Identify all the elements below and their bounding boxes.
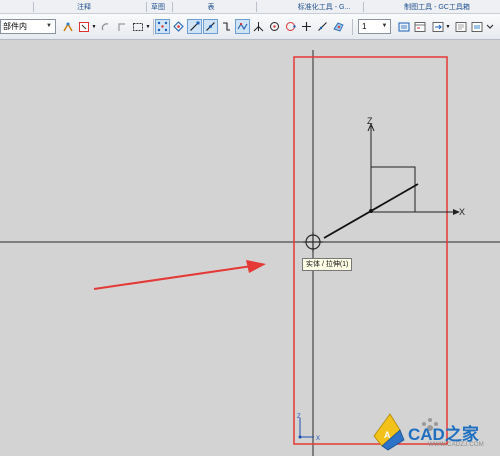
layer-settings-icon[interactable]: [396, 19, 411, 34]
snap-arc-center-icon[interactable]: [267, 19, 282, 34]
snap-intersection-icon[interactable]: [251, 19, 266, 34]
group-separator: [256, 2, 257, 12]
snap-quadrant-icon[interactable]: [283, 19, 298, 34]
toolbar-separator: [153, 19, 154, 35]
chevron-down-icon: ▼: [46, 23, 52, 29]
deselect-icon[interactable]: [114, 19, 129, 34]
snap-points-icon[interactable]: [155, 19, 170, 34]
z-axis-label: Z: [367, 116, 373, 126]
layer-visibility-icon[interactable]: [412, 19, 427, 34]
general-selection-icon[interactable]: [76, 19, 91, 34]
red-annotation-arrowhead: [246, 260, 266, 273]
snap-grid-icon[interactable]: [171, 19, 186, 34]
snap-existing-point-icon[interactable]: [299, 19, 314, 34]
watermark-logo-letter: A: [384, 430, 391, 440]
move-to-layer-icon[interactable]: [430, 19, 445, 34]
snap-settings-icon[interactable]: [60, 19, 75, 34]
snap-endpoint-icon[interactable]: [187, 19, 202, 34]
graphics-window[interactable]: Z X Z X 实体 / 拉伸(1): [0, 41, 500, 456]
viewport-scene: Z X Z X: [0, 50, 500, 456]
group-label-sketch[interactable]: 草图: [146, 2, 170, 13]
ribbon-group-labels: 注释 草图 表 标准化工具 - G... 制图工具 - GC工具箱: [0, 0, 500, 14]
toolbar-overflow-icon[interactable]: [484, 19, 496, 34]
chevron-down-icon[interactable]: ▼: [444, 19, 452, 34]
view-triad-x-label: X: [316, 436, 320, 442]
group-separator: [172, 2, 173, 12]
work-layer-value: 1: [362, 22, 367, 31]
x-axis-label: X: [459, 207, 465, 217]
view-layer-icon[interactable]: [469, 19, 484, 34]
group-label-standardization-tools[interactable]: 标准化工具 - G...: [290, 2, 358, 13]
toolbar: 部件内 ▼ ▼ ▼ 1 ▼ ▼: [0, 14, 500, 40]
lasso-select-icon[interactable]: [98, 19, 113, 34]
rectangle-select-icon[interactable]: [130, 19, 145, 34]
copy-to-layer-icon[interactable]: [453, 19, 468, 34]
snap-curve-point-icon[interactable]: [235, 19, 250, 34]
snap-control-point-icon[interactable]: [219, 19, 234, 34]
view-triad-origin: [298, 435, 302, 439]
group-label-table[interactable]: 表: [196, 2, 226, 13]
view-triad-z-label: Z: [297, 414, 301, 420]
selection-filter-dropdown[interactable]: 部件内 ▼: [0, 19, 56, 34]
group-separator: [363, 2, 364, 12]
group-label-drafting-tools[interactable]: 制图工具 - GC工具箱: [394, 2, 480, 13]
work-layer-dropdown[interactable]: 1 ▼: [358, 19, 391, 34]
snap-midpoint-icon[interactable]: [203, 19, 218, 34]
toolbar-separator: [352, 19, 353, 35]
snap-point-on-surface-icon[interactable]: [331, 19, 346, 34]
snap-point-on-curve-icon[interactable]: [315, 19, 330, 34]
selection-tooltip: 实体 / 拉伸(1): [302, 258, 353, 271]
chevron-down-icon[interactable]: ▼: [90, 19, 98, 34]
group-separator: [33, 2, 34, 12]
watermark-brand: CAD之家: [408, 424, 479, 444]
chevron-down-icon: ▼: [381, 23, 388, 29]
selection-filter-value: 部件内: [3, 22, 27, 31]
watermark-url: WWW.CADZJ.COM: [428, 442, 484, 448]
group-label-annotation[interactable]: 注释: [64, 2, 104, 13]
chevron-down-icon[interactable]: ▼: [144, 19, 152, 34]
wcs-origin-point: [369, 209, 373, 213]
red-annotation-arrow-shaft: [93, 265, 253, 290]
